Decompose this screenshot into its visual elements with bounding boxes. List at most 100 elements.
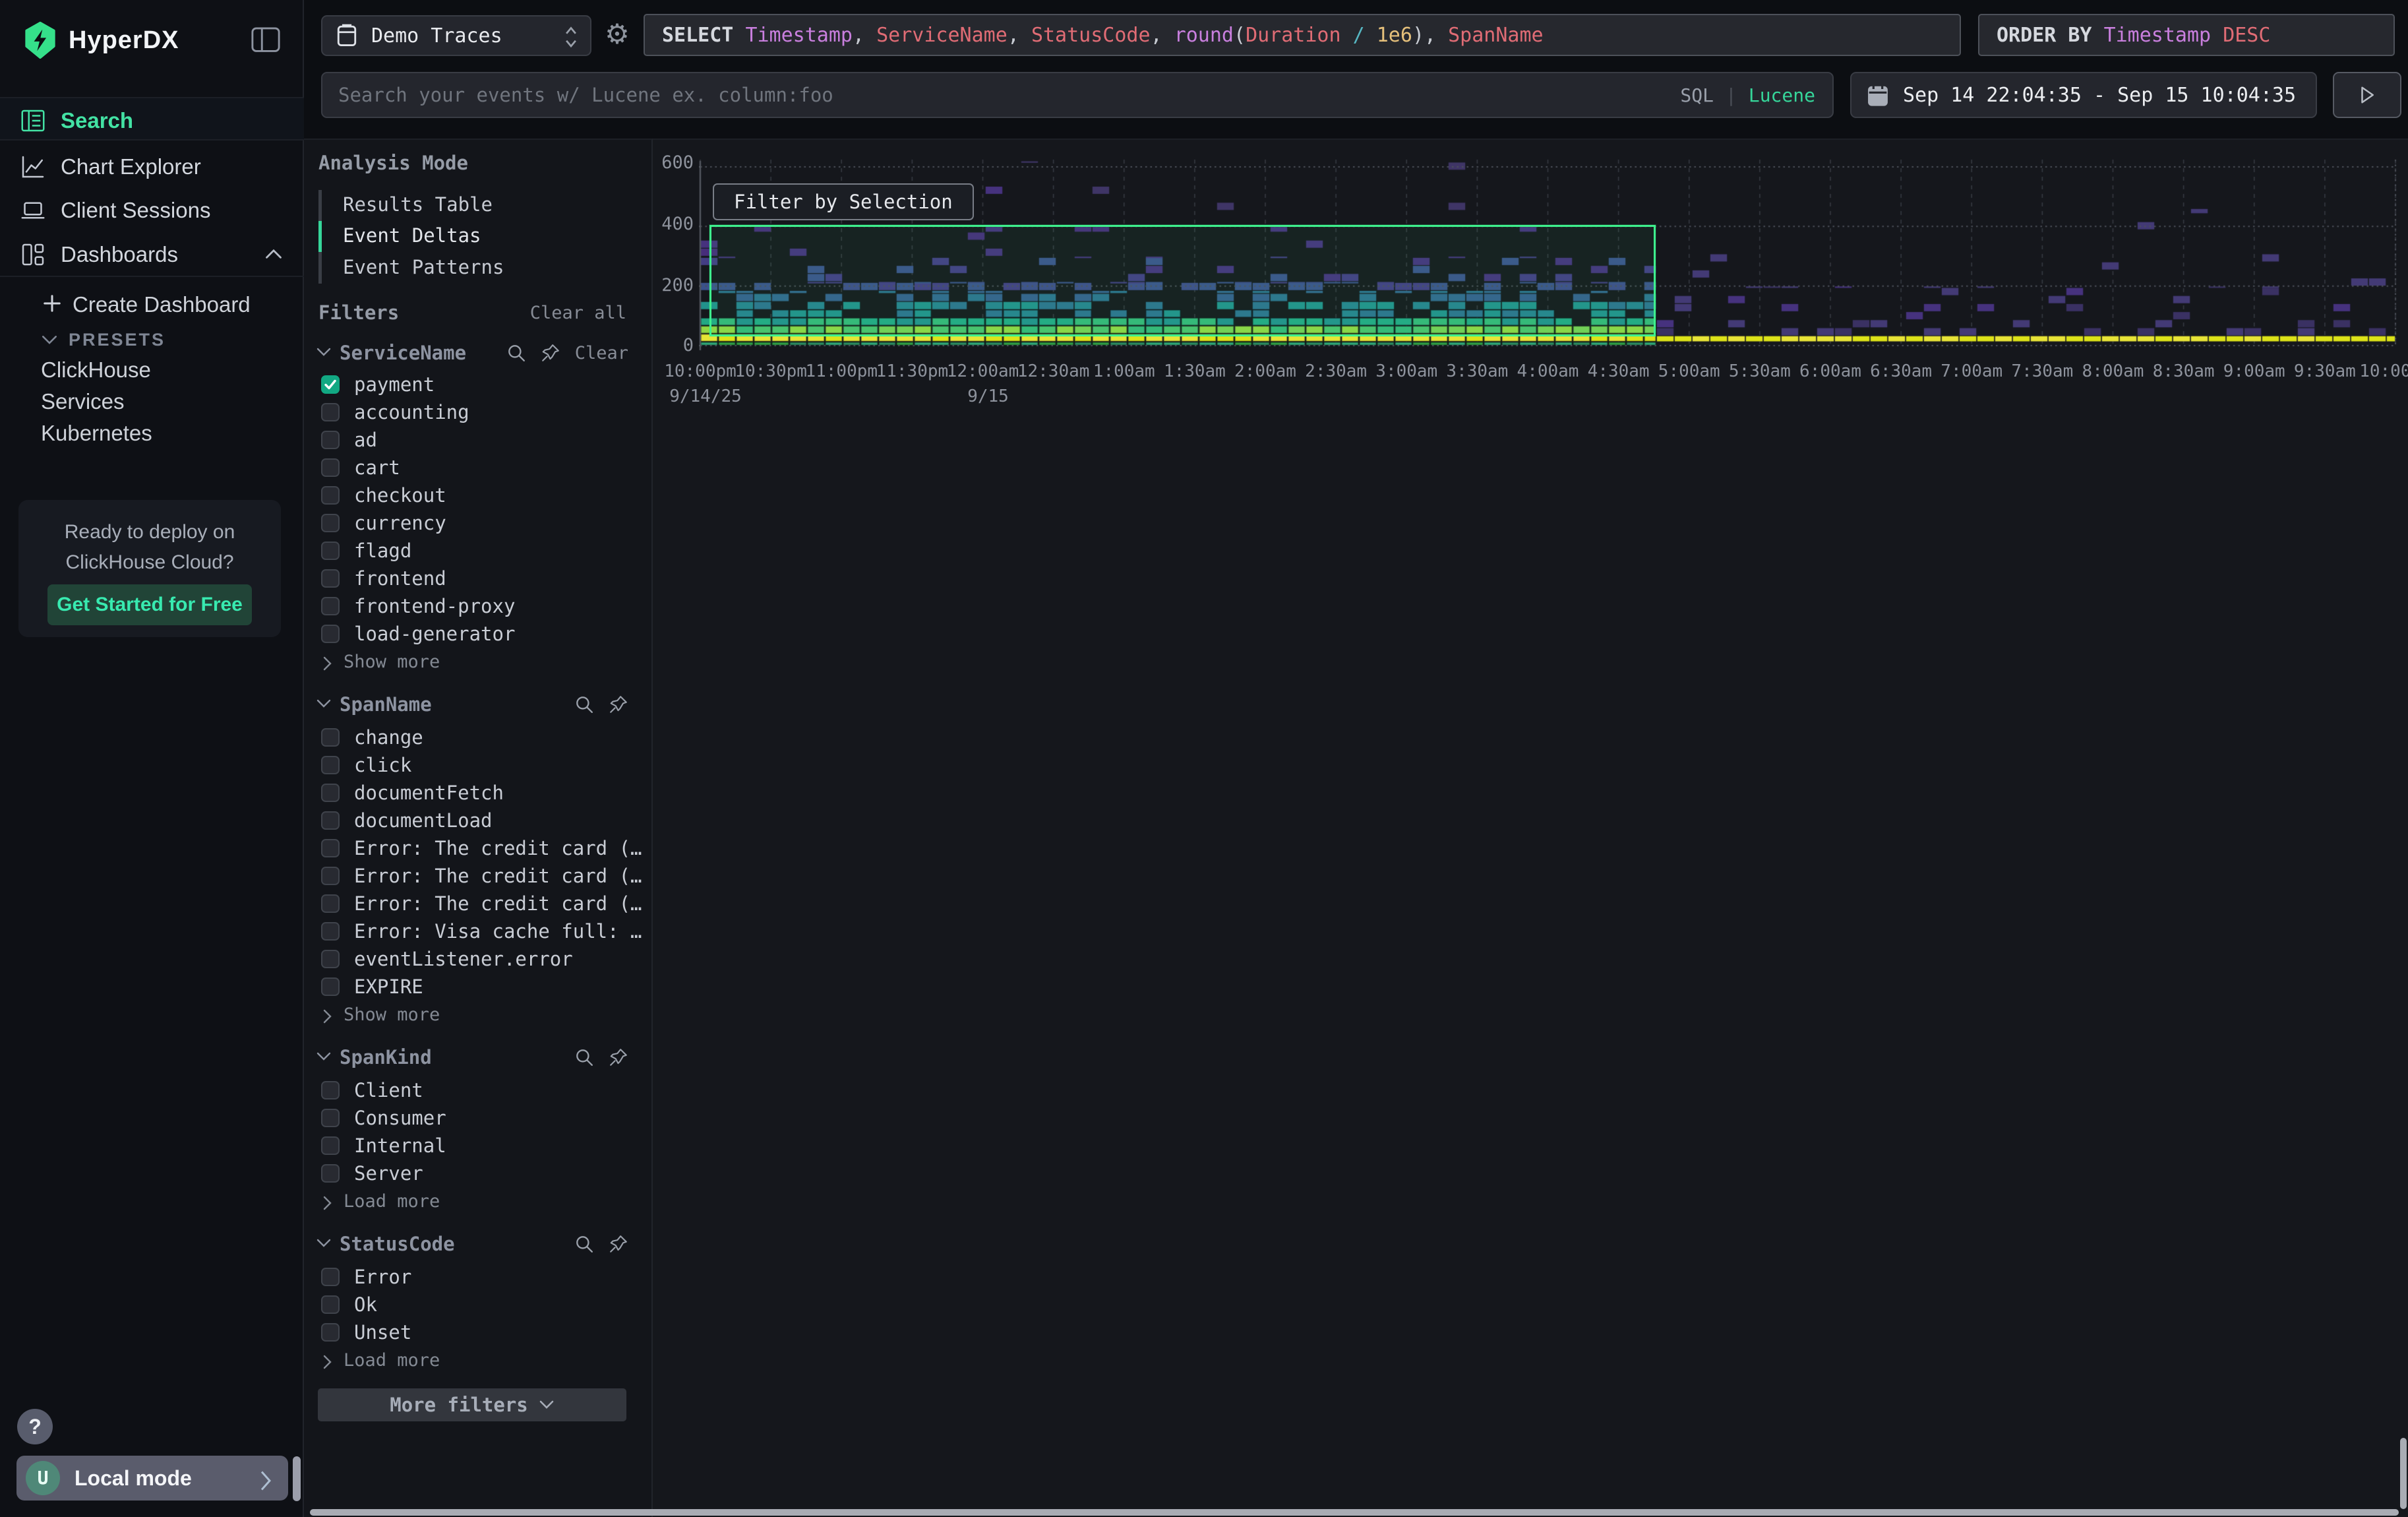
filter-checkbox-row[interactable]: load-generator — [321, 622, 515, 646]
filter-checkbox-row[interactable]: Internal — [321, 1134, 446, 1158]
filter-group-show-more[interactable]: Show more — [321, 651, 440, 672]
checkbox-unchecked[interactable] — [321, 486, 340, 505]
checkbox-unchecked[interactable] — [321, 922, 340, 941]
pin-icon[interactable] — [609, 695, 628, 714]
filter-group-clear-button[interactable]: Clear — [575, 343, 628, 363]
filter-group-load-more[interactable]: Load more — [321, 1349, 440, 1371]
checkbox-unchecked[interactable] — [321, 1081, 340, 1099]
source-settings-gear-icon[interactable]: ⚙ — [603, 20, 632, 49]
filter-checkbox-row[interactable]: flagd — [321, 539, 411, 563]
horizontal-scrollbar[interactable] — [310, 1509, 2399, 1516]
chevron-down-icon[interactable] — [316, 1051, 332, 1064]
chevron-down-icon[interactable] — [316, 1237, 332, 1251]
checkbox-unchecked[interactable] — [321, 839, 340, 857]
search-icon[interactable] — [574, 1047, 594, 1067]
vertical-scrollbar[interactable] — [2400, 1438, 2407, 1509]
filter-checkbox-row[interactable]: Error: The credit card (… — [321, 836, 642, 860]
filter-checkbox-row[interactable]: Error: The credit card (… — [321, 892, 642, 915]
sidebar-item-chart-explorer[interactable]: Chart Explorer — [0, 144, 304, 188]
select-query-editor[interactable]: SELECT Timestamp, ServiceName, StatusCod… — [644, 14, 1961, 56]
filter-checkbox-row[interactable]: currency — [321, 511, 446, 535]
filter-checkbox-row[interactable]: payment — [321, 373, 435, 396]
date-range-picker[interactable]: Sep 14 22:04:35 - Sep 15 10:04:35 — [1850, 72, 2317, 118]
filter-checkbox-row[interactable]: Error — [321, 1265, 411, 1289]
sidebar-item-search[interactable]: Search — [0, 97, 304, 140]
checkbox-unchecked[interactable] — [321, 458, 340, 477]
filter-checkbox-row[interactable]: cart — [321, 456, 400, 480]
checkbox-checked[interactable] — [321, 375, 340, 394]
language-toggle-lucene[interactable]: Lucene — [1749, 84, 1815, 106]
checkbox-unchecked[interactable] — [321, 1295, 340, 1314]
sidebar-collapse-icon[interactable] — [251, 26, 281, 54]
sidebar-item-client-sessions[interactable]: Client Sessions — [0, 188, 304, 232]
help-button[interactable]: ? — [17, 1409, 53, 1444]
presets-header[interactable]: PRESETS — [0, 325, 304, 357]
filter-checkbox-row[interactable]: Consumer — [321, 1106, 446, 1130]
filter-checkbox-row[interactable]: checkout — [321, 483, 446, 507]
user-menu[interactable]: U Local mode — [16, 1456, 288, 1501]
checkbox-unchecked[interactable] — [321, 811, 340, 830]
create-dashboard-button[interactable]: Create Dashboard — [0, 286, 304, 324]
filter-checkbox-row[interactable]: EXPIRE — [321, 975, 423, 999]
filter-checkbox-row[interactable]: documentFetch — [321, 781, 504, 805]
filter-checkbox-row[interactable]: frontend — [321, 567, 446, 590]
source-select[interactable]: Demo Traces — [321, 15, 591, 56]
checkbox-unchecked[interactable] — [321, 1323, 340, 1342]
search-icon[interactable] — [506, 343, 526, 363]
language-toggle-sql[interactable]: SQL — [1680, 84, 1714, 106]
checkbox-unchecked[interactable] — [321, 403, 340, 421]
checkbox-unchecked[interactable] — [321, 894, 340, 913]
filter-checkbox-row[interactable]: Error: The credit card (… — [321, 864, 642, 888]
pin-icon[interactable] — [541, 343, 560, 363]
filter-checkbox-row[interactable]: frontend-proxy — [321, 594, 515, 618]
get-started-button[interactable]: Get Started for Free — [47, 584, 252, 625]
filter-checkbox-row[interactable]: click — [321, 753, 411, 777]
checkbox-unchecked[interactable] — [321, 431, 340, 449]
preset-item-clickhouse[interactable]: ClickHouse — [41, 357, 151, 383]
checkbox-unchecked[interactable] — [321, 625, 340, 643]
filter-checkbox-row[interactable]: eventListener.error — [321, 947, 573, 971]
checkbox-unchecked[interactable] — [321, 756, 340, 774]
filter-checkbox-row[interactable]: Unset — [321, 1320, 411, 1344]
filter-checkbox-row[interactable]: ad — [321, 428, 377, 452]
checkbox-unchecked[interactable] — [321, 569, 340, 588]
filter-checkbox-row[interactable]: accounting — [321, 400, 469, 424]
analysis-mode-option-event-patterns[interactable]: Event Patterns — [343, 256, 504, 278]
chevron-down-icon[interactable] — [316, 698, 332, 711]
filter-checkbox-row[interactable]: Client — [321, 1078, 423, 1102]
checkbox-unchecked[interactable] — [321, 950, 340, 968]
filter-checkbox-row[interactable]: change — [321, 726, 423, 749]
checkbox-unchecked[interactable] — [321, 542, 340, 560]
filter-checkbox-row[interactable]: Ok — [321, 1293, 377, 1316]
analysis-mode-option-event-deltas[interactable]: Event Deltas — [343, 224, 481, 247]
pin-icon[interactable] — [609, 1234, 628, 1254]
run-query-button[interactable] — [2333, 72, 2401, 118]
filter-checkbox-row[interactable]: Server — [321, 1161, 423, 1185]
filter-checkbox-row[interactable]: documentLoad — [321, 809, 493, 832]
checkbox-unchecked[interactable] — [321, 514, 340, 532]
filter-by-selection-button[interactable]: Filter by Selection — [713, 183, 974, 220]
chevron-down-icon[interactable] — [316, 346, 332, 359]
search-icon[interactable] — [574, 695, 594, 714]
filter-checkbox-row[interactable]: Error: Visa cache full: … — [321, 919, 642, 943]
checkbox-unchecked[interactable] — [321, 597, 340, 615]
sidebar-item-dashboards[interactable]: Dashboards — [0, 232, 304, 276]
checkbox-unchecked[interactable] — [321, 867, 340, 885]
more-filters-button[interactable]: More filters — [318, 1388, 626, 1421]
checkbox-unchecked[interactable] — [321, 1268, 340, 1286]
chart-selection-rectangle[interactable] — [709, 225, 1656, 336]
filter-group-load-more[interactable]: Load more — [321, 1191, 440, 1212]
preset-item-services[interactable]: Services — [41, 389, 125, 414]
checkbox-unchecked[interactable] — [321, 1136, 340, 1155]
checkbox-unchecked[interactable] — [321, 728, 340, 747]
filter-group-show-more[interactable]: Show more — [321, 1004, 440, 1025]
order-by-editor[interactable]: ORDER BY Timestamp DESC — [1978, 14, 2395, 56]
search-icon[interactable] — [574, 1234, 594, 1254]
checkbox-unchecked[interactable] — [321, 1109, 340, 1127]
clear-all-button[interactable]: Clear all — [530, 303, 626, 323]
preset-item-kubernetes[interactable]: Kubernetes — [41, 421, 152, 446]
checkbox-unchecked[interactable] — [321, 977, 340, 996]
search-input[interactable] — [338, 84, 1680, 106]
sidebar-scrollbar[interactable] — [293, 1456, 301, 1501]
analysis-mode-option-results-table[interactable]: Results Table — [343, 193, 493, 216]
